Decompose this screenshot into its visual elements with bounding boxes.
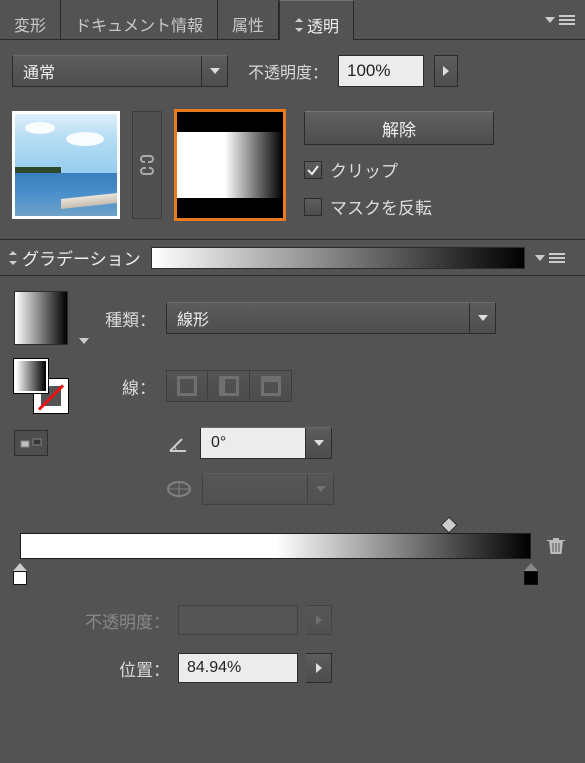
chevron-down-icon [545, 14, 555, 26]
gradient-fill-swatch[interactable] [14, 291, 68, 345]
trash-icon [547, 535, 565, 555]
chevron-down-icon [201, 56, 227, 86]
tab-attributes[interactable]: 属性 [218, 0, 278, 39]
stroke-gradient-align-group [166, 370, 292, 402]
expand-collapse-icon [294, 18, 304, 32]
gradient-track[interactable] [20, 533, 531, 559]
angle-value: 0° [211, 434, 226, 452]
tab-transform[interactable]: 変形 [0, 0, 60, 39]
stop-opacity-input [178, 605, 298, 635]
location-input[interactable]: 84.94% [178, 653, 298, 683]
chevron-right-icon [315, 663, 323, 673]
gradient-panel: 種類： 線形 線： [0, 276, 585, 703]
mask-thumbnail[interactable] [174, 109, 286, 221]
fill-swatch[interactable] [14, 359, 48, 393]
artwork-thumbnail[interactable] [12, 111, 120, 219]
tab-transparency[interactable]: 透明 [279, 0, 354, 39]
reverse-icon [20, 436, 42, 450]
stop-opacity-stepper [306, 605, 332, 635]
link-mask-toggle[interactable] [132, 111, 162, 219]
location-label: 位置： [64, 656, 170, 681]
angle-icon [166, 431, 190, 455]
stroke-align-along[interactable] [208, 370, 250, 402]
clip-label: クリップ [330, 157, 398, 182]
chevron-down-icon [79, 337, 89, 345]
angle-input[interactable]: 0° [200, 427, 332, 459]
menu-icon [559, 14, 575, 26]
invert-mask-checkbox[interactable] [304, 198, 322, 216]
reverse-gradient-button[interactable] [14, 430, 48, 456]
gradient-panel-menu[interactable] [535, 252, 575, 264]
midpoint-handle[interactable] [441, 517, 458, 534]
color-stop-end[interactable] [522, 563, 540, 583]
chevron-down-icon [307, 474, 333, 504]
gradient-type-value: 線形 [177, 306, 209, 330]
chevron-right-icon [315, 615, 323, 625]
clip-checkbox[interactable] [304, 161, 322, 179]
stroke-align-within[interactable] [166, 370, 208, 402]
tab-document-info[interactable]: ドキュメント情報 [61, 0, 217, 39]
panel-menu-button[interactable] [545, 0, 585, 39]
type-label: 種類： [100, 306, 156, 331]
chevron-down-icon [535, 252, 545, 264]
color-stop-start[interactable] [11, 563, 29, 583]
link-icon [139, 153, 155, 177]
transparency-panel: 通常 不透明度： 100% [0, 40, 585, 240]
blend-mode-select[interactable]: 通常 [12, 55, 228, 87]
tab-transparency-label: 透明 [307, 13, 339, 37]
opacity-input[interactable]: 100% [338, 55, 424, 87]
gradient-slider[interactable] [20, 533, 531, 559]
opacity-stepper[interactable] [434, 55, 458, 87]
gradient-type-select[interactable]: 線形 [166, 302, 496, 334]
stroke-align-across[interactable] [250, 370, 292, 402]
gradient-title: グラデーション [22, 245, 141, 270]
stop-opacity-label: 不透明度： [64, 608, 170, 633]
aspect-ratio-input [202, 473, 334, 505]
opacity-label: 不透明度： [248, 59, 328, 83]
location-stepper[interactable] [306, 653, 332, 683]
menu-icon [549, 252, 565, 264]
chevron-down-icon [305, 428, 331, 458]
check-icon [306, 163, 320, 177]
release-mask-button[interactable]: 解除 [304, 111, 494, 145]
gradient-swatch-menu[interactable] [78, 291, 90, 345]
blend-mode-value: 通常 [23, 59, 55, 83]
delete-stop-button[interactable] [547, 535, 565, 555]
fill-stroke-swatches[interactable] [14, 359, 68, 413]
aspect-ratio-icon [166, 479, 192, 499]
chevron-down-icon [469, 303, 495, 333]
stroke-label: 線： [100, 374, 156, 399]
expand-collapse-icon[interactable] [8, 251, 18, 265]
chevron-right-icon [442, 66, 450, 76]
invert-mask-label: マスクを反転 [330, 194, 432, 219]
gradient-panel-header: グラデーション [0, 240, 585, 276]
panel-tabs: 変形 ドキュメント情報 属性 透明 [0, 0, 585, 40]
gradient-preview-strip[interactable] [151, 247, 525, 269]
